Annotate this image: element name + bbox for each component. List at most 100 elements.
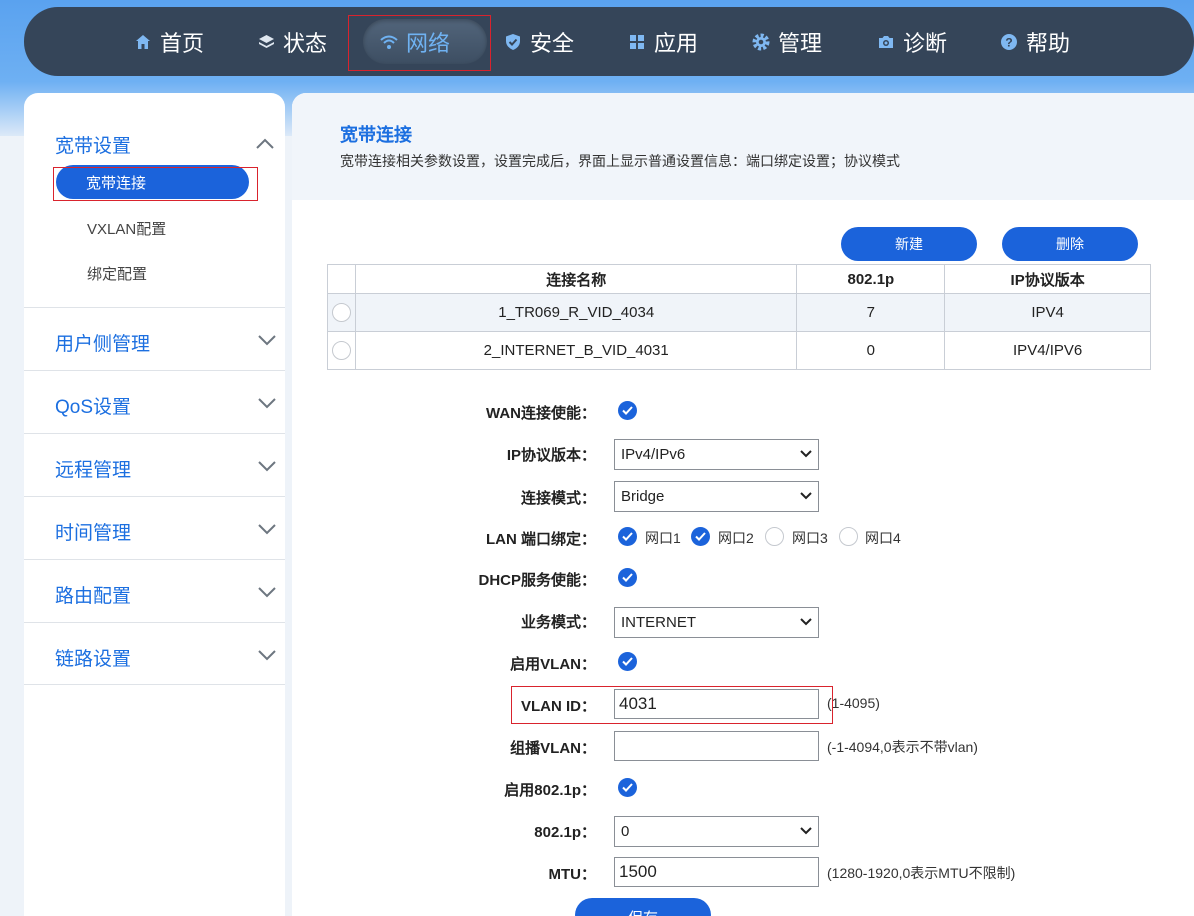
sidebar-group-qos[interactable]: QoS设置 <box>55 392 131 419</box>
8021p-enable-label: 启用802.1p： <box>504 782 596 799</box>
mcast-vlan-hint: (-1-4094,0表示不带vlan) <box>827 739 978 755</box>
table-header-name: 连接名称 <box>354 264 798 294</box>
sidebar: 宽带设置 宽带连接 VXLAN配置 绑定配置 用户侧管理 QoS设置 远程管理 … <box>24 93 285 916</box>
divider <box>24 496 285 497</box>
table-header-select <box>327 264 356 294</box>
sidebar-group-remote[interactable]: 远程管理 <box>55 455 131 482</box>
8021p-select[interactable]: 0 <box>614 816 819 847</box>
table-cell: 0 <box>796 331 946 370</box>
vlan-id-input[interactable]: 4031 <box>614 689 819 719</box>
sidebar-item-binding[interactable]: 绑定配置 <box>87 263 147 284</box>
check-icon <box>622 532 633 541</box>
top-nav: 首页 状态 网络 安全 应用 管理 诊断 ? 帮助 <box>24 7 1194 76</box>
chevron-down-icon <box>800 492 812 500</box>
check-icon <box>622 406 633 415</box>
port2-label: 网口2 <box>718 530 754 546</box>
mtu-label: MTU： <box>548 866 597 883</box>
vlan-enable-checkbox[interactable] <box>618 652 637 671</box>
dhcp-label: DHCP服务使能： <box>478 572 596 589</box>
conn-mode-label: 连接模式： <box>520 490 596 507</box>
chevron-down-icon[interactable] <box>257 397 277 409</box>
chevron-down-icon <box>800 450 812 458</box>
chevron-down-icon[interactable] <box>257 649 277 661</box>
chevron-down-icon[interactable] <box>257 460 277 472</box>
nav-network[interactable]: 网络 <box>363 7 487 76</box>
8021p-enable-checkbox[interactable] <box>618 778 637 797</box>
mcast-vlan-input[interactable] <box>614 731 819 761</box>
row-radio[interactable] <box>331 341 351 360</box>
divider <box>24 370 285 371</box>
ip-version-label: IP协议版本： <box>506 447 596 464</box>
service-mode-label: 业务模式： <box>520 614 596 631</box>
check-icon <box>622 657 633 666</box>
port1-checkbox[interactable] <box>618 527 637 546</box>
page-description: 宽带连接相关参数设置，设置完成后，界面上显示普通设置信息：端口绑定设置；协议模式 <box>340 153 900 169</box>
chevron-down-icon[interactable] <box>257 523 277 535</box>
table-cell: IPV4 <box>944 293 1151 332</box>
port3-checkbox[interactable] <box>765 527 784 546</box>
nav-diagnose[interactable]: 诊断 <box>877 7 947 76</box>
table-header-8021p: 802.1p <box>796 264 946 294</box>
sidebar-item-vxlan[interactable]: VXLAN配置 <box>87 218 166 239</box>
new-button[interactable]: 新建 <box>841 227 977 261</box>
row-radio[interactable] <box>331 303 351 322</box>
sidebar-item-broadband-connection[interactable]: 宽带连接 <box>56 165 249 199</box>
wan-enable-label: WAN连接使能： <box>486 405 596 422</box>
vlan-id-label: VLAN ID： <box>520 698 596 715</box>
help-icon: ? <box>1000 33 1018 51</box>
conn-mode-select[interactable]: Bridge <box>614 481 819 512</box>
nav-home[interactable]: 首页 <box>134 7 204 76</box>
save-button[interactable]: 保存 <box>575 898 711 916</box>
chevron-up-icon[interactable] <box>255 138 275 150</box>
wifi-icon <box>380 33 398 51</box>
check-icon <box>695 532 706 541</box>
camera-icon <box>877 33 895 51</box>
nav-security[interactable]: 安全 <box>504 7 574 76</box>
table-cell: IPV4/IPV6 <box>944 331 1151 370</box>
sidebar-section-broadband[interactable]: 宽带设置 <box>55 131 131 158</box>
nav-status[interactable]: 状态 <box>257 7 327 76</box>
chevron-down-icon[interactable] <box>257 586 277 598</box>
sidebar-group-user-side[interactable]: 用户侧管理 <box>55 329 150 356</box>
chevron-down-icon[interactable] <box>257 334 277 346</box>
chevron-down-icon <box>800 827 812 835</box>
port3-label: 网口3 <box>792 530 828 546</box>
main-panel: 宽带连接 宽带连接相关参数设置，设置完成后，界面上显示普通设置信息：端口绑定设置… <box>292 93 1194 916</box>
gear-icon <box>752 33 770 51</box>
mtu-input[interactable]: 1500 <box>614 857 819 887</box>
divider <box>24 684 285 685</box>
table-row[interactable]: 1_TR069_R_VID_4034 7 IPV4 <box>327 293 1151 332</box>
vlan-id-hint: (1-4095) <box>827 695 880 711</box>
sidebar-group-routing[interactable]: 路由配置 <box>55 581 131 608</box>
delete-button[interactable]: 删除 <box>1002 227 1138 261</box>
port2-checkbox[interactable] <box>691 527 710 546</box>
table-header-row: 连接名称 802.1p IP协议版本 <box>327 264 1151 294</box>
nav-apps[interactable]: 应用 <box>628 7 698 76</box>
dhcp-checkbox[interactable] <box>618 568 637 587</box>
main-header: 宽带连接 宽带连接相关参数设置，设置完成后，界面上显示普通设置信息：端口绑定设置… <box>292 93 1194 200</box>
nav-help[interactable]: ? 帮助 <box>1000 7 1070 76</box>
port1-label: 网口1 <box>645 530 681 546</box>
divider <box>24 307 285 308</box>
layers-icon <box>257 33 275 51</box>
svg-text:?: ? <box>1005 35 1012 49</box>
home-icon <box>134 33 152 51</box>
sidebar-group-link[interactable]: 链路设置 <box>55 644 131 671</box>
nav-manage[interactable]: 管理 <box>752 7 822 76</box>
lan-bind-label: LAN 端口绑定： <box>486 531 596 548</box>
wan-enable-checkbox[interactable] <box>618 401 637 420</box>
sidebar-group-time[interactable]: 时间管理 <box>55 518 131 545</box>
table-cell-select <box>327 293 356 332</box>
check-icon <box>622 573 633 582</box>
chevron-down-icon <box>800 618 812 626</box>
port4-checkbox[interactable] <box>839 527 858 546</box>
service-mode-select[interactable]: INTERNET <box>614 607 819 638</box>
8021p-label: 802.1p： <box>534 824 596 841</box>
mcast-vlan-label: 组播VLAN： <box>510 740 596 757</box>
divider <box>24 433 285 434</box>
mtu-hint: (1280-1920,0表示MTU不限制) <box>827 865 1016 881</box>
ip-version-select[interactable]: IPv4/IPv6 <box>614 439 819 470</box>
divider <box>24 622 285 623</box>
table-row[interactable]: 2_INTERNET_B_VID_4031 0 IPV4/IPV6 <box>327 331 1151 370</box>
connection-table: 连接名称 802.1p IP协议版本 1_TR069_R_VID_4034 7 … <box>327 264 1151 370</box>
